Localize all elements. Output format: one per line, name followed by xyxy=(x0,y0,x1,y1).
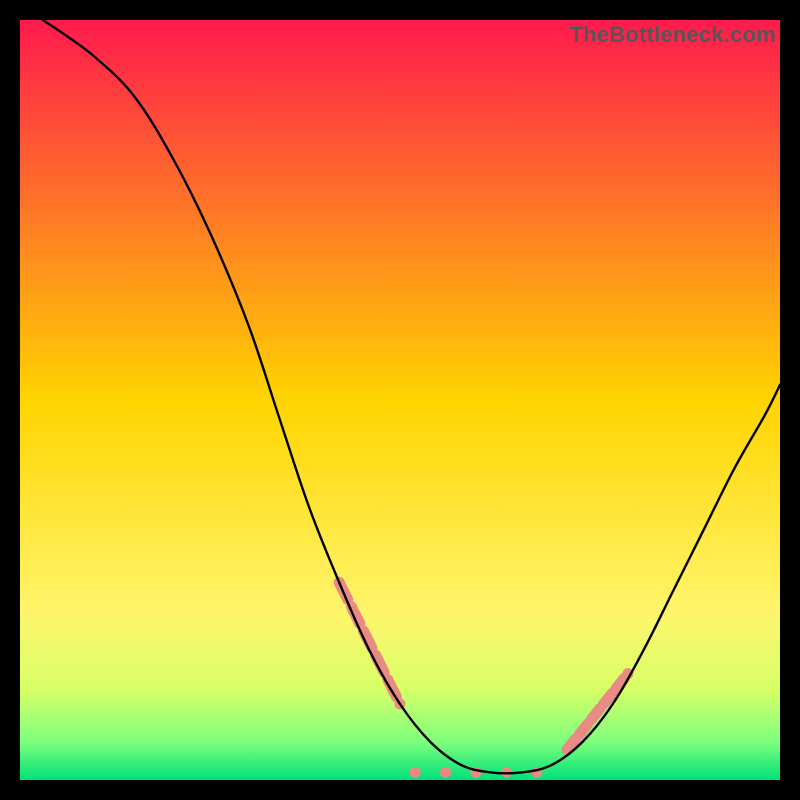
marker-dot xyxy=(440,767,451,778)
marker-segment xyxy=(592,709,601,720)
chart-background-gradient xyxy=(20,20,780,780)
marker-dot xyxy=(410,767,421,778)
chart-plot xyxy=(20,20,780,780)
chart-frame: TheBottleneck.com xyxy=(20,20,780,780)
marker-segment xyxy=(579,724,588,735)
marker-segment xyxy=(604,693,613,704)
watermark-text: TheBottleneck.com xyxy=(570,22,776,48)
